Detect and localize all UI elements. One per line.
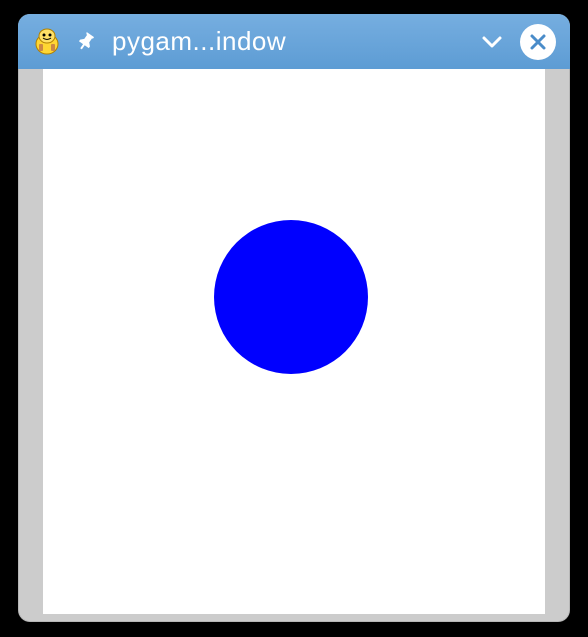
window-frame: pygam...indow [18,14,570,622]
canvas-area [43,69,545,614]
window-title: pygam...indow [112,26,464,57]
pin-icon[interactable] [76,31,98,53]
close-icon [528,32,548,52]
titlebar[interactable]: pygam...indow [18,14,570,69]
blue-circle [214,220,368,374]
chevron-down-icon[interactable] [478,28,506,56]
pygame-app-icon [32,27,62,57]
close-button[interactable] [520,24,556,60]
